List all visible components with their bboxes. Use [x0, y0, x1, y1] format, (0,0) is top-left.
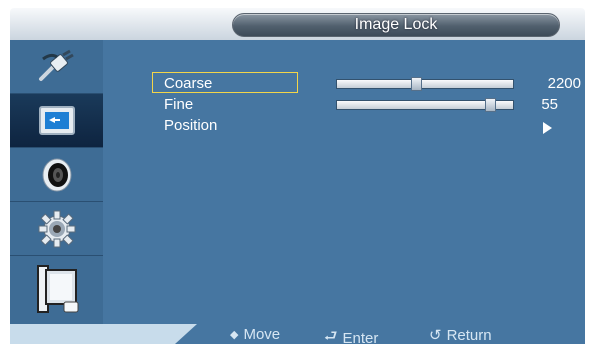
move-hint: ◆ Move [230, 326, 280, 343]
fine-slider-thumb[interactable] [485, 98, 497, 112]
sidebar-item-setup[interactable] [10, 202, 103, 255]
sidebar-item-picture[interactable] [10, 94, 103, 147]
sound-icon [42, 158, 71, 191]
footer-hints: ◆ Move ⮐ Enter ↺ Return [175, 324, 585, 344]
title-bar: Image Lock [10, 8, 585, 40]
title-pill: Image Lock [232, 13, 560, 37]
enter-icon: ⮐ [324, 328, 338, 345]
multi-control-icon [36, 265, 78, 313]
coarse-label[interactable]: Coarse [164, 75, 212, 92]
position-arrow-icon[interactable] [543, 122, 552, 134]
fine-slider[interactable] [336, 98, 514, 112]
position-label[interactable]: Position [164, 117, 217, 134]
coarse-slider[interactable] [336, 77, 514, 91]
coarse-value: 2200 [547, 75, 581, 92]
return-icon: ↺ [429, 327, 442, 344]
fine-value: 55 [541, 96, 558, 113]
sidebar-item-sound[interactable] [10, 148, 103, 201]
setup-gear-icon [38, 210, 75, 247]
return-hint: ↺ Return [429, 326, 492, 345]
picture-icon [38, 105, 75, 135]
settings-panel: Coarse 2200 Fine 55 Position [103, 40, 585, 324]
input-plug-icon [38, 49, 74, 81]
sidebar [10, 40, 103, 324]
move-label: Move [243, 326, 281, 343]
window-title: Image Lock [354, 16, 438, 33]
fine-label[interactable]: Fine [164, 96, 193, 113]
footer-bar: ◆ Move ⮐ Enter ↺ Return [10, 324, 585, 344]
coarse-slider-thumb[interactable] [411, 77, 423, 91]
move-icon: ◆ [230, 329, 239, 341]
sidebar-item-multi-control[interactable] [10, 256, 103, 324]
enter-label: Enter [342, 330, 379, 347]
return-label: Return [446, 326, 492, 344]
sidebar-item-input[interactable] [10, 40, 103, 93]
enter-hint: ⮐ Enter [324, 326, 379, 347]
